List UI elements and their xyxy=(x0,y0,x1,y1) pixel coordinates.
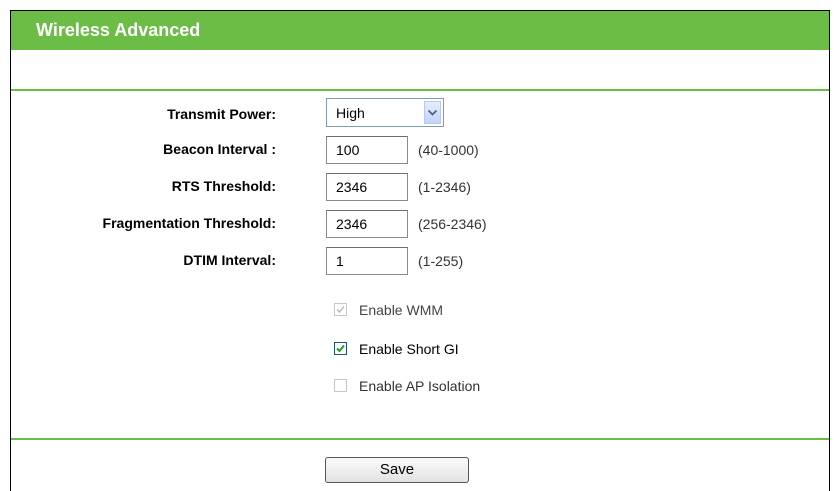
top-divider xyxy=(11,89,829,91)
enable-ap-isolation-checkbox[interactable] xyxy=(334,379,347,392)
rts-threshold-input[interactable]: 2346 xyxy=(326,173,408,201)
dtim-interval-input[interactable]: 1 xyxy=(326,247,408,275)
dtim-interval-range: (1-255) xyxy=(418,253,464,269)
beacon-interval-input[interactable]: 100 xyxy=(326,136,408,164)
transmit-power-value: High xyxy=(336,105,365,121)
dtim-interval-label: DTIM Interval: xyxy=(183,252,276,268)
fragmentation-threshold-label: Fragmentation Threshold: xyxy=(102,215,276,231)
beacon-interval-label: Beacon Interval : xyxy=(163,141,276,157)
fragmentation-threshold-input[interactable]: 2346 xyxy=(326,210,408,238)
rts-threshold-range: (1-2346) xyxy=(418,179,471,195)
enable-short-gi-checkbox[interactable] xyxy=(334,342,347,355)
transmit-power-select[interactable]: High xyxy=(326,98,444,127)
chevron-down-icon[interactable] xyxy=(424,101,441,124)
fragmentation-threshold-range: (256-2346) xyxy=(418,216,487,232)
bottom-divider xyxy=(11,438,829,440)
save-button[interactable]: Save xyxy=(325,457,469,483)
enable-ap-isolation-label: Enable AP Isolation xyxy=(359,378,481,394)
transmit-power-label: Transmit Power: xyxy=(167,106,276,122)
page-title: Wireless Advanced xyxy=(36,20,201,40)
enable-wmm-label: Enable WMM xyxy=(359,302,444,318)
wireless-advanced-panel: Wireless Advanced Transmit Power: High B… xyxy=(10,10,830,491)
enable-short-gi-label: Enable Short GI xyxy=(359,341,459,357)
title-bar: Wireless Advanced xyxy=(11,10,829,50)
beacon-interval-range: (40-1000) xyxy=(418,142,479,158)
enable-wmm-checkbox[interactable] xyxy=(334,303,347,316)
rts-threshold-label: RTS Threshold: xyxy=(171,178,276,194)
